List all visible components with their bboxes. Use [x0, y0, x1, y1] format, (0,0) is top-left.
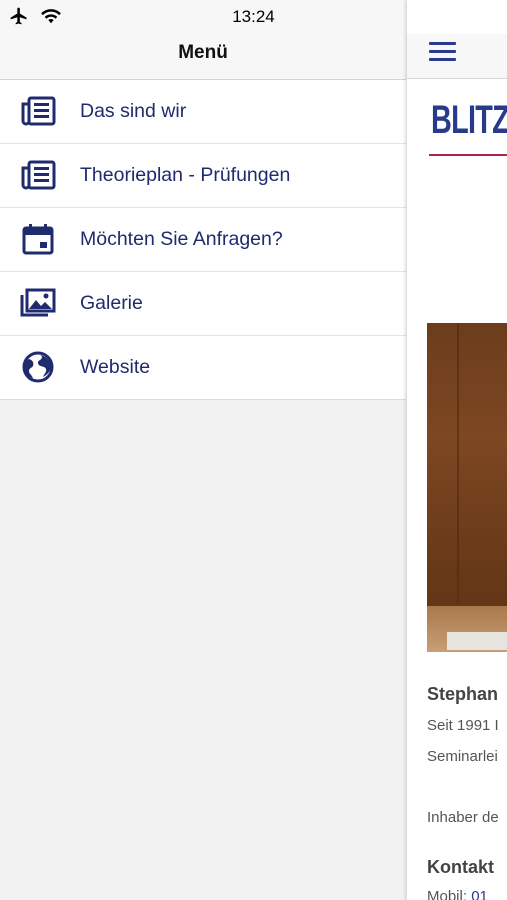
menu-item-theorieplan[interactable]: Theorieplan - Prüfungen — [0, 144, 406, 208]
logo-underline — [429, 154, 507, 156]
person-detail-2: Seminarlei — [427, 748, 498, 765]
person-name: Stephan — [427, 684, 499, 704]
mobile-contact: Mobil: 01 — [427, 888, 488, 900]
menu-item-galerie[interactable]: Galerie — [0, 272, 406, 336]
menu-item-label: Möchten Sie Anfragen? — [80, 228, 283, 250]
brand-logo: BLITZ — [431, 98, 507, 142]
person-detail-3: Inhaber de — [427, 809, 499, 826]
mobile-label: Mobil: — [427, 888, 468, 900]
news-icon — [21, 160, 56, 190]
menu-item-das-sind-wir[interactable]: Das sind wir — [0, 80, 406, 144]
menu-item-anfragen[interactable]: Möchten Sie Anfragen? — [0, 208, 406, 272]
content-panel[interactable]: BLITZ Stephan Seit 1991 I Seminarlei Inh… — [407, 0, 507, 900]
content-topbar — [407, 34, 507, 79]
menu-list: Das sind wir Theorieplan - Prüfungen Möc… — [0, 80, 406, 400]
calendar-icon — [22, 224, 54, 255]
menu-item-label: Website — [80, 356, 151, 378]
menu-item-label: Theorieplan - Prüfungen — [80, 164, 291, 186]
hamburger-menu-icon[interactable] — [429, 42, 456, 62]
contact-heading: Kontakt — [427, 857, 494, 877]
team-photo — [427, 323, 507, 652]
person-detail-1: Seit 1991 I — [427, 717, 499, 734]
gallery-icon — [20, 288, 56, 317]
menu-item-website[interactable]: Website — [0, 336, 406, 399]
menu-item-label: Das sind wir — [80, 100, 187, 122]
menu-item-label: Galerie — [80, 292, 143, 314]
mobile-number-link[interactable]: 01 — [471, 888, 488, 900]
news-icon — [21, 96, 56, 126]
menu-title: Menü — [0, 34, 406, 80]
globe-icon — [22, 351, 54, 383]
